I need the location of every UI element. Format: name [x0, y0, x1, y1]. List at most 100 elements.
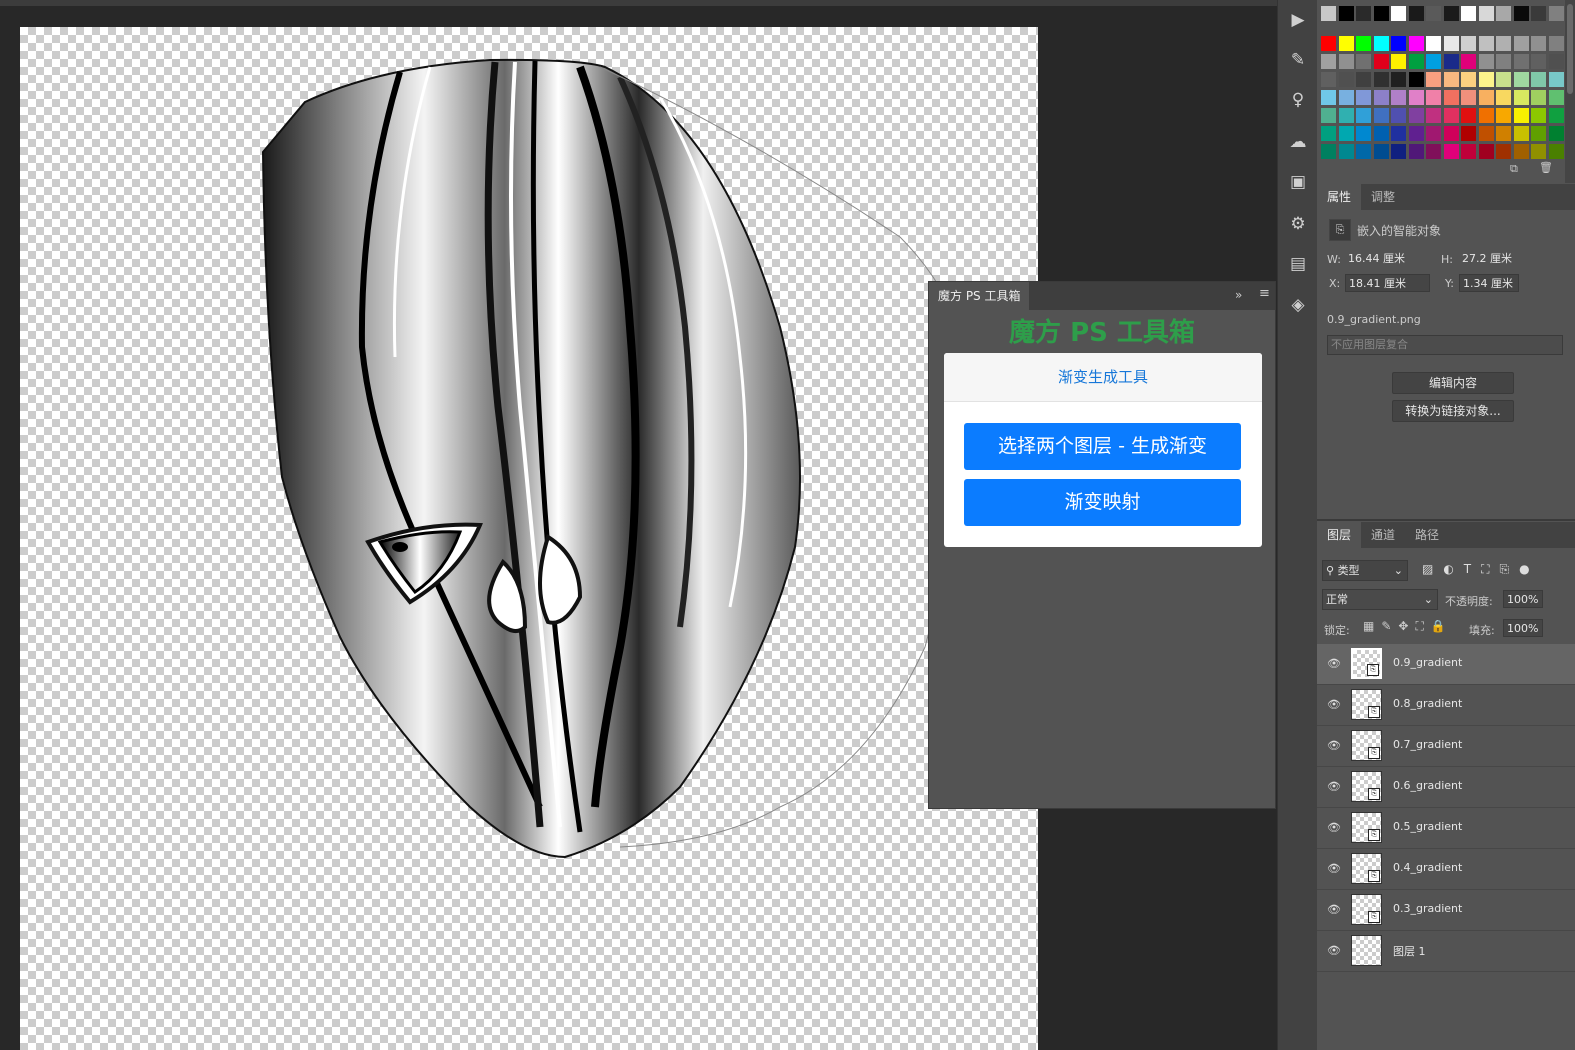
color-swatch[interactable]: [1443, 6, 1459, 21]
plugin-logo-icon[interactable]: ◈: [1286, 293, 1310, 317]
color-swatch[interactable]: [1548, 6, 1564, 21]
eye-icon[interactable]: 👁: [1327, 739, 1341, 752]
color-swatch[interactable]: [1321, 144, 1336, 159]
layer-comp-select[interactable]: 不应用图层复合: [1327, 335, 1563, 355]
eye-icon[interactable]: 👁: [1327, 821, 1341, 834]
color-swatch[interactable]: [1531, 54, 1546, 69]
color-swatch[interactable]: [1338, 72, 1354, 87]
layer-row[interactable]: 👁 ⎘ 0.8_gradient: [1317, 685, 1575, 726]
color-swatch[interactable]: [1373, 108, 1389, 123]
color-swatch[interactable]: [1408, 6, 1424, 21]
color-swatch[interactable]: [1321, 72, 1336, 87]
color-swatch[interactable]: [1391, 72, 1406, 87]
color-swatch[interactable]: [1408, 36, 1424, 51]
color-swatch[interactable]: [1496, 126, 1511, 141]
fill-field[interactable]: 100%: [1503, 619, 1543, 637]
lock-icons[interactable]: ▦✎✥⛶🔒: [1363, 619, 1453, 634]
color-swatch[interactable]: [1408, 108, 1424, 123]
play-icon[interactable]: ▶: [1286, 8, 1310, 32]
color-swatch[interactable]: [1321, 54, 1336, 69]
color-swatch[interactable]: [1496, 54, 1511, 69]
color-swatch[interactable]: [1513, 90, 1529, 105]
color-swatch[interactable]: [1496, 108, 1511, 123]
color-swatch[interactable]: [1496, 6, 1511, 21]
color-swatch[interactable]: [1478, 6, 1494, 21]
color-swatch[interactable]: [1461, 144, 1476, 159]
canvas-area[interactable]: 魔方 PS 工具箱 » ≡ 魔方 PS 工具箱 渐变生成工具 选择两个图层 - …: [0, 0, 1277, 1050]
color-swatch[interactable]: [1513, 126, 1529, 141]
color-swatch[interactable]: [1531, 72, 1546, 87]
color-swatch[interactable]: [1443, 90, 1459, 105]
color-swatch[interactable]: [1478, 36, 1494, 51]
gradient-map-button[interactable]: 渐变映射: [964, 479, 1241, 526]
color-swatch[interactable]: [1408, 54, 1424, 69]
tab-properties[interactable]: 属性: [1317, 184, 1362, 210]
color-swatch[interactable]: [1461, 108, 1476, 123]
new-swatch-icon[interactable]: ⧉: [1510, 162, 1518, 176]
color-swatch[interactable]: [1426, 144, 1441, 159]
color-swatch[interactable]: [1356, 6, 1371, 21]
color-swatch[interactable]: [1496, 90, 1511, 105]
color-swatch[interactable]: [1338, 54, 1354, 69]
color-swatch[interactable]: [1513, 54, 1529, 69]
color-swatch[interactable]: [1408, 126, 1424, 141]
color-swatch[interactable]: [1391, 6, 1406, 21]
color-swatch[interactable]: [1531, 36, 1546, 51]
expand-icon[interactable]: »: [1235, 288, 1242, 302]
eye-icon[interactable]: 👁: [1327, 862, 1341, 875]
layer-row[interactable]: 👁 ⎘ 0.7_gradient: [1317, 726, 1575, 767]
color-swatch[interactable]: [1548, 36, 1564, 51]
height-field[interactable]: 27.2 厘米: [1459, 250, 1544, 268]
color-swatch[interactable]: [1443, 72, 1459, 87]
color-swatch[interactable]: [1443, 36, 1459, 51]
color-swatch[interactable]: [1531, 144, 1546, 159]
plugin-tab[interactable]: 魔方 PS 工具箱: [929, 282, 1030, 310]
color-swatch[interactable]: [1461, 72, 1476, 87]
color-swatch[interactable]: [1391, 90, 1406, 105]
color-swatch[interactable]: [1513, 6, 1529, 21]
color-swatch[interactable]: [1443, 108, 1459, 123]
color-swatch[interactable]: [1338, 108, 1354, 123]
color-swatch[interactable]: [1321, 108, 1336, 123]
color-swatch[interactable]: [1478, 144, 1494, 159]
color-swatch[interactable]: [1356, 90, 1371, 105]
color-swatch[interactable]: [1478, 90, 1494, 105]
color-swatch[interactable]: [1338, 90, 1354, 105]
color-swatch[interactable]: [1356, 36, 1371, 51]
color-swatch[interactable]: [1338, 126, 1354, 141]
edit-contents-button[interactable]: 编辑内容: [1392, 372, 1514, 394]
opacity-field[interactable]: 100%: [1503, 590, 1543, 608]
color-swatch[interactable]: [1373, 54, 1389, 69]
color-swatch[interactable]: [1373, 126, 1389, 141]
eye-icon[interactable]: 👁: [1327, 944, 1341, 957]
layer-row[interactable]: 👁 ⎘ 0.4_gradient: [1317, 849, 1575, 890]
color-swatch[interactable]: [1321, 6, 1336, 21]
color-swatch[interactable]: [1373, 90, 1389, 105]
color-swatch[interactable]: [1531, 126, 1546, 141]
color-swatch[interactable]: [1321, 126, 1336, 141]
swatches-scrollbar[interactable]: [1565, 0, 1575, 183]
generate-gradient-button[interactable]: 选择两个图层 - 生成渐变: [964, 423, 1241, 470]
color-swatch[interactable]: [1443, 126, 1459, 141]
creative-cloud-icon[interactable]: ☁: [1286, 130, 1310, 154]
color-swatch[interactable]: [1548, 90, 1564, 105]
color-swatch[interactable]: [1443, 54, 1459, 69]
color-swatch[interactable]: [1426, 6, 1441, 21]
image-icon[interactable]: ▣: [1286, 170, 1310, 194]
color-swatch[interactable]: [1356, 72, 1371, 87]
layer-row[interactable]: 👁 ⎘ 0.9_gradient: [1317, 644, 1575, 685]
color-swatch[interactable]: [1478, 72, 1494, 87]
width-field[interactable]: 16.44 厘米: [1345, 250, 1430, 268]
layer-filter-icons[interactable]: ▨◐T⛶⎘●: [1422, 562, 1540, 577]
color-swatch[interactable]: [1356, 54, 1371, 69]
color-swatch[interactable]: [1391, 36, 1406, 51]
color-swatch[interactable]: [1461, 126, 1476, 141]
color-swatch[interactable]: [1531, 6, 1546, 21]
eye-icon[interactable]: 👁: [1327, 698, 1341, 711]
color-swatch[interactable]: [1478, 126, 1494, 141]
color-swatch[interactable]: [1356, 126, 1371, 141]
layer-filter-select[interactable]: ⚲ 类型 ⌄: [1322, 560, 1408, 581]
color-swatch[interactable]: [1548, 108, 1564, 123]
color-swatch[interactable]: [1461, 6, 1476, 21]
color-swatch[interactable]: [1443, 144, 1459, 159]
